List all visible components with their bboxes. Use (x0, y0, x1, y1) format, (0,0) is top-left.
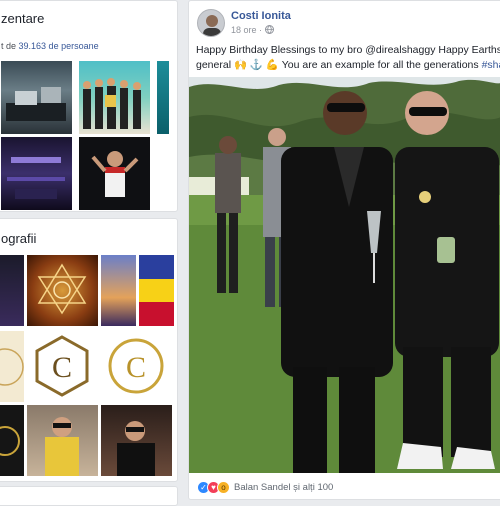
photo-tile-4[interactable] (139, 255, 174, 326)
post-author[interactable]: Costi Ionita (231, 10, 291, 22)
post-hashtag[interactable]: #shaggy (482, 59, 500, 71)
featured-subtitle-prefix: t de (1, 41, 17, 51)
photos-title: ografii (1, 231, 37, 246)
photo-tile-7[interactable]: C (101, 331, 172, 402)
svg-text:C: C (52, 351, 72, 384)
reactions-bar[interactable]: ✓ ♥ o Balan Sandel și alți 100 (197, 481, 333, 494)
post-photo[interactable] (189, 77, 500, 473)
photo-tile-6[interactable]: C (27, 331, 98, 402)
featured-photo-radio[interactable] (157, 61, 169, 134)
post-text: Happy Birthday Blessings to my bro @dire… (196, 43, 500, 73)
photo-tile-9[interactable] (27, 405, 98, 476)
post-text-line-2: general 🙌 ⚓ 💪 You are an example for all… (196, 58, 500, 73)
photo-tile-1[interactable] (0, 255, 24, 326)
photo-tile-3[interactable] (101, 255, 136, 326)
wow-reaction-icon: o (217, 481, 230, 494)
post-text-line-1: Happy Birthday Blessings to my bro @dire… (196, 44, 500, 56)
featured-subtitle: t de 39.163 de persoane (1, 41, 99, 51)
author-avatar[interactable] (197, 9, 225, 37)
photo-tile-5[interactable] (0, 331, 24, 402)
featured-people-count[interactable]: 39.163 de persoane (19, 41, 99, 51)
post-card: Costi Ionita 18 ore · Happy Birthday Ble… (188, 0, 500, 500)
photos-card: ografii C C (0, 218, 178, 482)
featured-photo-concert[interactable] (1, 137, 72, 210)
left-next-card (0, 486, 178, 506)
featured-photo-group[interactable] (79, 61, 150, 134)
photo-tile-2[interactable] (27, 255, 98, 326)
featured-photo-stage[interactable] (1, 61, 72, 134)
reactions-summary[interactable]: Balan Sandel și alți 100 (234, 482, 333, 493)
post-meta: 18 ore · (231, 25, 274, 36)
featured-photo-performer[interactable] (79, 137, 150, 210)
post-text-line-2-body: general 🙌 ⚓ 💪 You are an example for all… (196, 59, 479, 71)
featured-card: zentare t de 39.163 de persoane (0, 0, 178, 212)
post-time[interactable]: 18 ore (231, 25, 257, 35)
left-column: zentare t de 39.163 de persoane ografii (0, 0, 178, 506)
featured-title: zentare (1, 11, 45, 26)
photo-tile-10[interactable] (101, 405, 172, 476)
meta-separator: · (259, 25, 263, 35)
svg-text:C: C (126, 351, 146, 384)
photo-tile-8[interactable] (0, 405, 24, 476)
globe-icon (264, 25, 274, 36)
